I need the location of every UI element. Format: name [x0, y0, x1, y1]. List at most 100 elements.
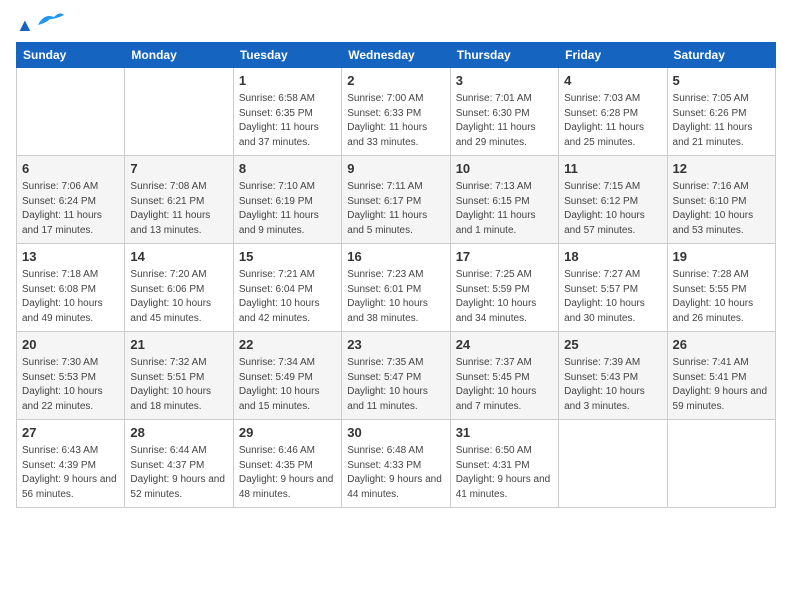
- day-number: 29: [239, 424, 336, 442]
- calendar-table: SundayMondayTuesdayWednesdayThursdayFrid…: [16, 42, 776, 508]
- day-info: Sunrise: 7:23 AM Sunset: 6:01 PM Dayligh…: [347, 268, 444, 326]
- calendar-cell: [17, 68, 125, 156]
- day-info: Sunrise: 7:05 AM Sunset: 6:26 PM Dayligh…: [673, 92, 770, 150]
- day-info: Sunrise: 7:25 AM Sunset: 5:59 PM Dayligh…: [456, 268, 553, 326]
- day-number: 23: [347, 336, 444, 354]
- day-info: Sunrise: 7:06 AM Sunset: 6:24 PM Dayligh…: [22, 180, 119, 238]
- day-info: Sunrise: 7:03 AM Sunset: 6:28 PM Dayligh…: [564, 92, 661, 150]
- day-number: 25: [564, 336, 661, 354]
- day-number: 14: [130, 248, 227, 266]
- day-number: 16: [347, 248, 444, 266]
- day-info: Sunrise: 7:20 AM Sunset: 6:06 PM Dayligh…: [130, 268, 227, 326]
- calendar-cell: 8 Sunrise: 7:10 AM Sunset: 6:19 PM Daylig…: [233, 156, 341, 244]
- day-number: 30: [347, 424, 444, 442]
- day-of-week-header: Thursday: [450, 43, 558, 68]
- day-number: 9: [347, 160, 444, 178]
- calendar-cell: 6 Sunrise: 7:06 AM Sunset: 6:24 PM Daylig…: [17, 156, 125, 244]
- day-number: 5: [673, 72, 770, 90]
- calendar-cell: 15 Sunrise: 7:21 AM Sunset: 6:04 PM Dayli…: [233, 244, 341, 332]
- day-number: 17: [456, 248, 553, 266]
- day-number: 13: [22, 248, 119, 266]
- calendar-body: 1 Sunrise: 6:58 AM Sunset: 6:35 PM Daylig…: [17, 68, 776, 508]
- day-info: Sunrise: 6:58 AM Sunset: 6:35 PM Dayligh…: [239, 92, 336, 150]
- day-number: 1: [239, 72, 336, 90]
- calendar-cell: [559, 420, 667, 508]
- day-info: Sunrise: 7:28 AM Sunset: 5:55 PM Dayligh…: [673, 268, 770, 326]
- calendar-cell: 12Sunrise: 7:16 AM Sunset: 6:10 PM Dayli…: [667, 156, 775, 244]
- day-info: Sunrise: 7:13 AM Sunset: 6:15 PM Dayligh…: [456, 180, 553, 238]
- day-info: Sunrise: 7:00 AM Sunset: 6:33 PM Dayligh…: [347, 92, 444, 150]
- calendar-cell: 31Sunrise: 6:50 AM Sunset: 4:31 PM Dayli…: [450, 420, 558, 508]
- day-number: 7: [130, 160, 227, 178]
- day-info: Sunrise: 7:11 AM Sunset: 6:17 PM Dayligh…: [347, 180, 444, 238]
- day-number: 31: [456, 424, 553, 442]
- day-number: 24: [456, 336, 553, 354]
- day-info: Sunrise: 7:37 AM Sunset: 5:45 PM Dayligh…: [456, 356, 553, 414]
- calendar-cell: 4 Sunrise: 7:03 AM Sunset: 6:28 PM Daylig…: [559, 68, 667, 156]
- day-number: 6: [22, 160, 119, 178]
- calendar-cell: 14 Sunrise: 7:20 AM Sunset: 6:06 PM Dayli…: [125, 244, 233, 332]
- day-number: 15: [239, 248, 336, 266]
- calendar-cell: 10Sunrise: 7:13 AM Sunset: 6:15 PM Dayli…: [450, 156, 558, 244]
- calendar-week-row: 20 Sunrise: 7:30 AM Sunset: 5:53 PM Dayli…: [17, 332, 776, 420]
- day-info: Sunrise: 6:48 AM Sunset: 4:33 PM Dayligh…: [347, 444, 444, 502]
- calendar-cell: 29 Sunrise: 6:46 AM Sunset: 4:35 PM Dayli…: [233, 420, 341, 508]
- day-info: Sunrise: 7:41 AM Sunset: 5:41 PM Dayligh…: [673, 356, 770, 414]
- day-info: Sunrise: 7:16 AM Sunset: 6:10 PM Dayligh…: [673, 180, 770, 238]
- day-info: Sunrise: 7:18 AM Sunset: 6:08 PM Dayligh…: [22, 268, 119, 326]
- calendar-cell: 16 Sunrise: 7:23 AM Sunset: 6:01 PM Dayli…: [342, 244, 450, 332]
- day-info: Sunrise: 6:43 AM Sunset: 4:39 PM Dayligh…: [22, 444, 119, 502]
- calendar-week-row: 6 Sunrise: 7:06 AM Sunset: 6:24 PM Daylig…: [17, 156, 776, 244]
- day-number: 26: [673, 336, 770, 354]
- day-info: Sunrise: 7:39 AM Sunset: 5:43 PM Dayligh…: [564, 356, 661, 414]
- calendar-cell: [667, 420, 775, 508]
- calendar-cell: 20 Sunrise: 7:30 AM Sunset: 5:53 PM Dayli…: [17, 332, 125, 420]
- day-info: Sunrise: 7:30 AM Sunset: 5:53 PM Dayligh…: [22, 356, 119, 414]
- day-info: Sunrise: 6:46 AM Sunset: 4:35 PM Dayligh…: [239, 444, 336, 502]
- calendar-cell: 25 Sunrise: 7:39 AM Sunset: 5:43 PM Dayli…: [559, 332, 667, 420]
- calendar-cell: 22 Sunrise: 7:34 AM Sunset: 5:49 PM Dayli…: [233, 332, 341, 420]
- calendar-cell: 17 Sunrise: 7:25 AM Sunset: 5:59 PM Dayli…: [450, 244, 558, 332]
- day-number: 3: [456, 72, 553, 90]
- calendar-week-row: 1 Sunrise: 6:58 AM Sunset: 6:35 PM Daylig…: [17, 68, 776, 156]
- day-number: 18: [564, 248, 661, 266]
- day-of-week-header: Friday: [559, 43, 667, 68]
- calendar-cell: 2 Sunrise: 7:00 AM Sunset: 6:33 PM Daylig…: [342, 68, 450, 156]
- calendar-cell: 5 Sunrise: 7:05 AM Sunset: 6:26 PM Daylig…: [667, 68, 775, 156]
- day-number: 20: [22, 336, 119, 354]
- calendar-cell: 21Sunrise: 7:32 AM Sunset: 5:51 PM Dayli…: [125, 332, 233, 420]
- day-number: 11: [564, 160, 661, 178]
- day-info: Sunrise: 7:08 AM Sunset: 6:21 PM Dayligh…: [130, 180, 227, 238]
- day-number: 19: [673, 248, 770, 266]
- day-number: 22: [239, 336, 336, 354]
- day-number: 4: [564, 72, 661, 90]
- day-of-week-header: Saturday: [667, 43, 775, 68]
- day-info: Sunrise: 7:15 AM Sunset: 6:12 PM Dayligh…: [564, 180, 661, 238]
- calendar-cell: 26 Sunrise: 7:41 AM Sunset: 5:41 PM Dayli…: [667, 332, 775, 420]
- day-info: Sunrise: 7:10 AM Sunset: 6:19 PM Dayligh…: [239, 180, 336, 238]
- calendar-week-row: 13 Sunrise: 7:18 AM Sunset: 6:08 PM Dayli…: [17, 244, 776, 332]
- day-info: Sunrise: 7:32 AM Sunset: 5:51 PM Dayligh…: [130, 356, 227, 414]
- logo-bird-icon: [36, 11, 66, 31]
- day-number: 8: [239, 160, 336, 178]
- calendar-header-row: SundayMondayTuesdayWednesdayThursdayFrid…: [17, 43, 776, 68]
- day-of-week-header: Sunday: [17, 43, 125, 68]
- calendar-cell: 30 Sunrise: 6:48 AM Sunset: 4:33 PM Dayli…: [342, 420, 450, 508]
- day-info: Sunrise: 7:21 AM Sunset: 6:04 PM Dayligh…: [239, 268, 336, 326]
- day-of-week-header: Monday: [125, 43, 233, 68]
- calendar-cell: 3Sunrise: 7:01 AM Sunset: 6:30 PM Daylig…: [450, 68, 558, 156]
- day-number: 27: [22, 424, 119, 442]
- calendar-cell: 27 Sunrise: 6:43 AM Sunset: 4:39 PM Dayli…: [17, 420, 125, 508]
- calendar-cell: 1 Sunrise: 6:58 AM Sunset: 6:35 PM Daylig…: [233, 68, 341, 156]
- calendar-cell: 19 Sunrise: 7:28 AM Sunset: 5:55 PM Dayli…: [667, 244, 775, 332]
- calendar-cell: 18Sunrise: 7:27 AM Sunset: 5:57 PM Dayli…: [559, 244, 667, 332]
- day-of-week-header: Tuesday: [233, 43, 341, 68]
- calendar-cell: 23 Sunrise: 7:35 AM Sunset: 5:47 PM Dayli…: [342, 332, 450, 420]
- calendar-cell: 28Sunrise: 6:44 AM Sunset: 4:37 PM Dayli…: [125, 420, 233, 508]
- calendar-cell: 9 Sunrise: 7:11 AM Sunset: 6:17 PM Daylig…: [342, 156, 450, 244]
- calendar-cell: 13 Sunrise: 7:18 AM Sunset: 6:08 PM Dayli…: [17, 244, 125, 332]
- day-info: Sunrise: 7:35 AM Sunset: 5:47 PM Dayligh…: [347, 356, 444, 414]
- calendar-week-row: 27 Sunrise: 6:43 AM Sunset: 4:39 PM Dayli…: [17, 420, 776, 508]
- day-info: Sunrise: 7:34 AM Sunset: 5:49 PM Dayligh…: [239, 356, 336, 414]
- day-number: 2: [347, 72, 444, 90]
